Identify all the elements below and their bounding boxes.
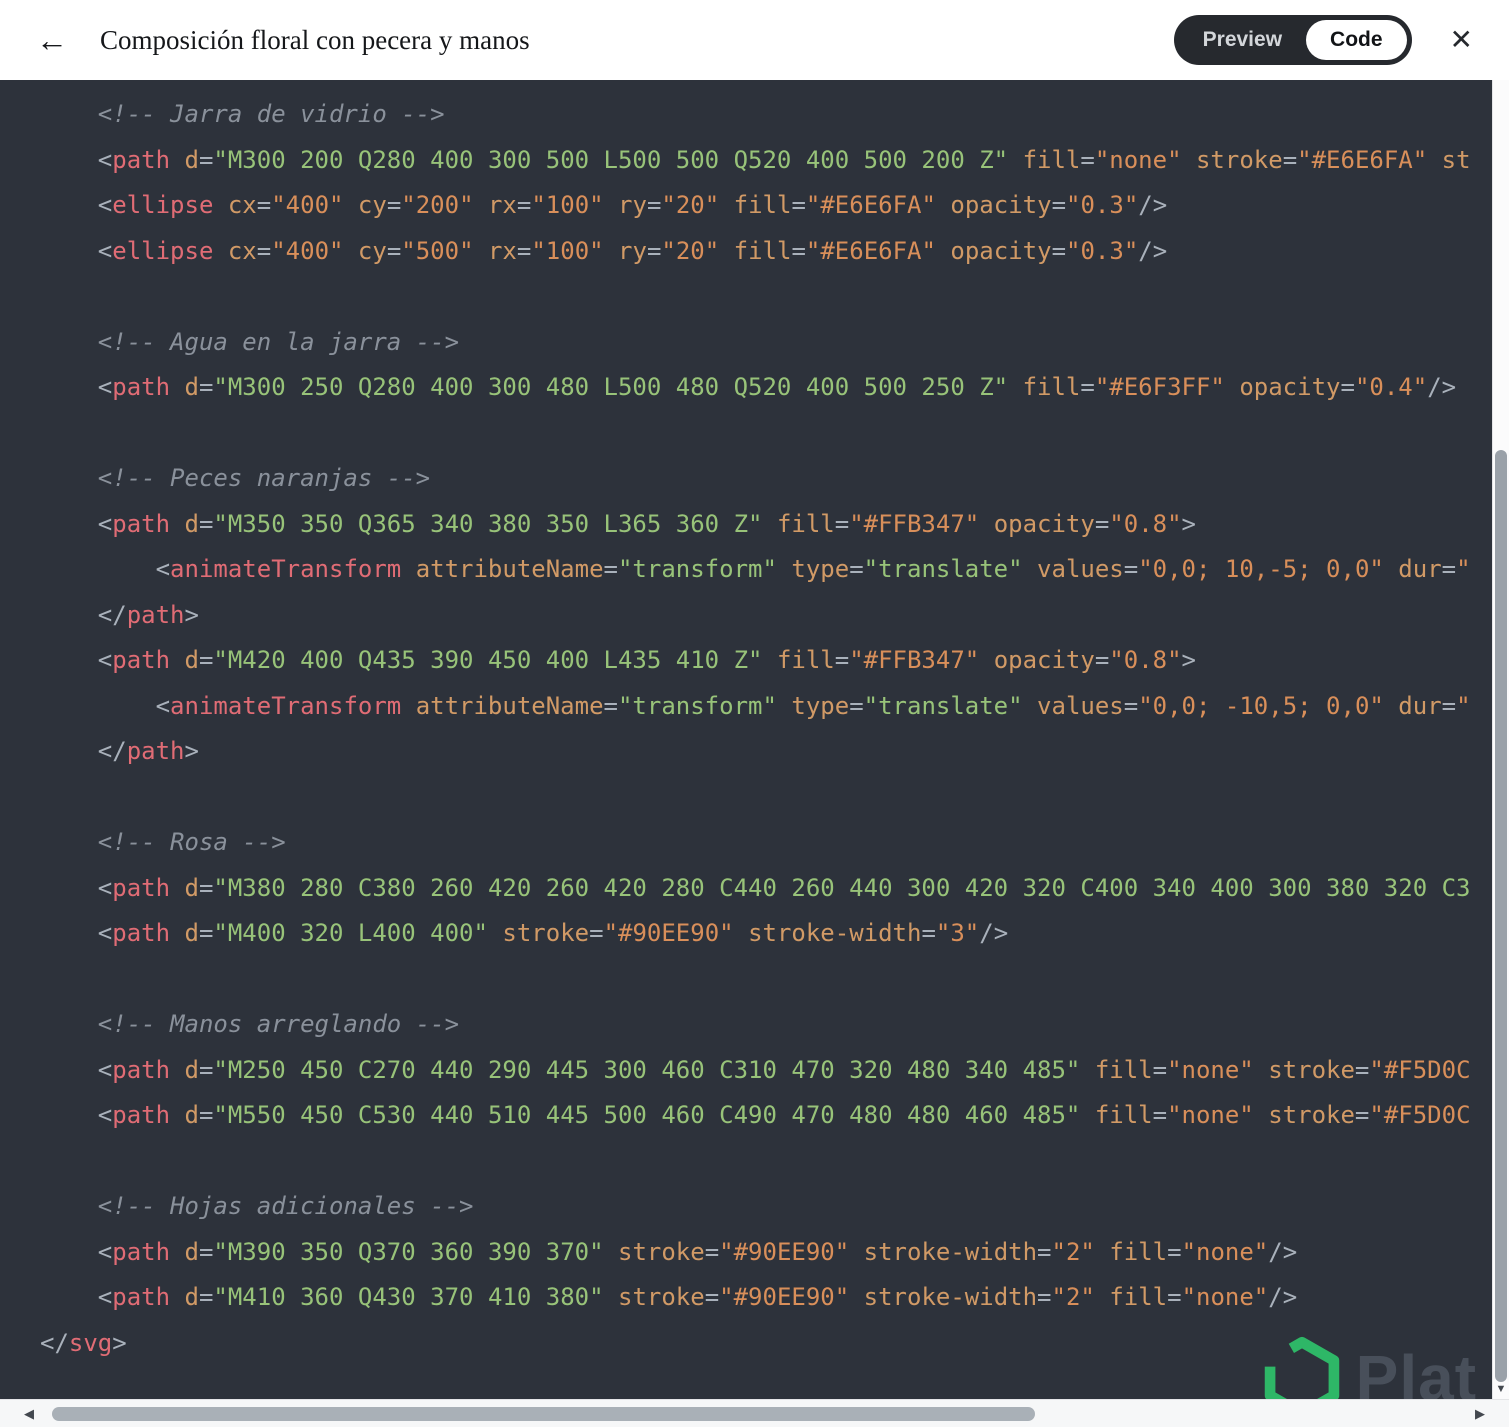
back-button[interactable]: ← — [28, 20, 76, 60]
watermark-text: Plat — [1355, 1342, 1477, 1399]
view-toggle: Preview Code — [1173, 15, 1412, 65]
vertical-scrollbar[interactable]: ▼ — [1492, 80, 1509, 1399]
code-line: <animateTransform attributeName="transfo… — [40, 691, 1471, 720]
code-line: <path d="M410 360 Q430 370 410 380" stro… — [40, 1283, 1298, 1311]
code-line: </path> — [40, 600, 199, 629]
code-line: <path d="M380 280 C380 260 420 260 420 2… — [40, 873, 1471, 902]
vertical-scrollbar-thumb[interactable] — [1495, 450, 1507, 1382]
horizontal-scrollbar[interactable]: ◀ ▶ — [0, 1399, 1509, 1427]
code-line: <path d="M420 400 Q435 390 450 400 L435 … — [40, 646, 1196, 674]
code-line: </path> — [40, 737, 199, 765]
artifact-window: ← Composición floral con pecera y manos … — [0, 0, 1509, 1427]
code-viewer: <!-- Jarra de vidrio --> <path d="M300 2… — [0, 80, 1492, 1399]
code-line: <!-- Jarra de vidrio --> — [40, 100, 445, 128]
code-line: <path d="M250 450 C270 440 290 445 300 4… — [40, 1055, 1471, 1084]
code-line: <path d="M350 350 Q365 340 380 350 L365 … — [40, 509, 1196, 538]
close-button[interactable]: ✕ — [1442, 22, 1481, 58]
horizontal-scrollbar-thumb[interactable] — [52, 1407, 1035, 1421]
code-line: <!-- Agua en la jarra --> — [40, 327, 460, 356]
code-line: <!-- Manos arreglando --> — [40, 1010, 460, 1038]
header-bar: ← Composición floral con pecera y manos … — [0, 0, 1509, 80]
code-line: <ellipse cx="400" cy="200" rx="100" ry="… — [40, 191, 1168, 219]
page-title: Composición floral con pecera y manos — [100, 24, 530, 55]
watermark: Plat — [1264, 1335, 1477, 1399]
code-line: <ellipse cx="400" cy="500" rx="100" ry="… — [40, 236, 1168, 265]
scroll-left-icon[interactable]: ◀ — [12, 1400, 46, 1427]
close-icon: ✕ — [1449, 24, 1473, 55]
code-line: <path d="M550 450 C530 440 510 445 500 4… — [40, 1101, 1471, 1129]
tab-preview[interactable]: Preview — [1179, 20, 1306, 59]
code-line: <path d="M300 200 Q280 400 300 500 L500 … — [40, 145, 1471, 174]
platzi-logo-icon — [1264, 1336, 1339, 1399]
code-line: <path d="M400 320 L400 400" stroke="#90E… — [40, 919, 1009, 947]
code-line: <!-- Peces naranjas --> — [40, 464, 431, 492]
code-content: <!-- Jarra de vidrio --> <path d="M300 2… — [40, 92, 1492, 1366]
code-line: <path d="M300 250 Q280 400 300 480 L500 … — [40, 373, 1457, 401]
code-line: <animateTransform attributeName="transfo… — [40, 555, 1471, 583]
code-line: <!-- Hojas adicionales --> — [40, 1192, 474, 1220]
code-line: <!-- Rosa --> — [40, 828, 286, 856]
scroll-right-icon[interactable]: ▶ — [1463, 1400, 1497, 1427]
scroll-down-icon[interactable]: ▼ — [1493, 1383, 1509, 1395]
back-arrow-icon: ← — [36, 22, 68, 58]
tab-code[interactable]: Code — [1306, 20, 1407, 60]
code-line: <path d="M390 350 Q370 360 390 370" stro… — [40, 1237, 1298, 1266]
